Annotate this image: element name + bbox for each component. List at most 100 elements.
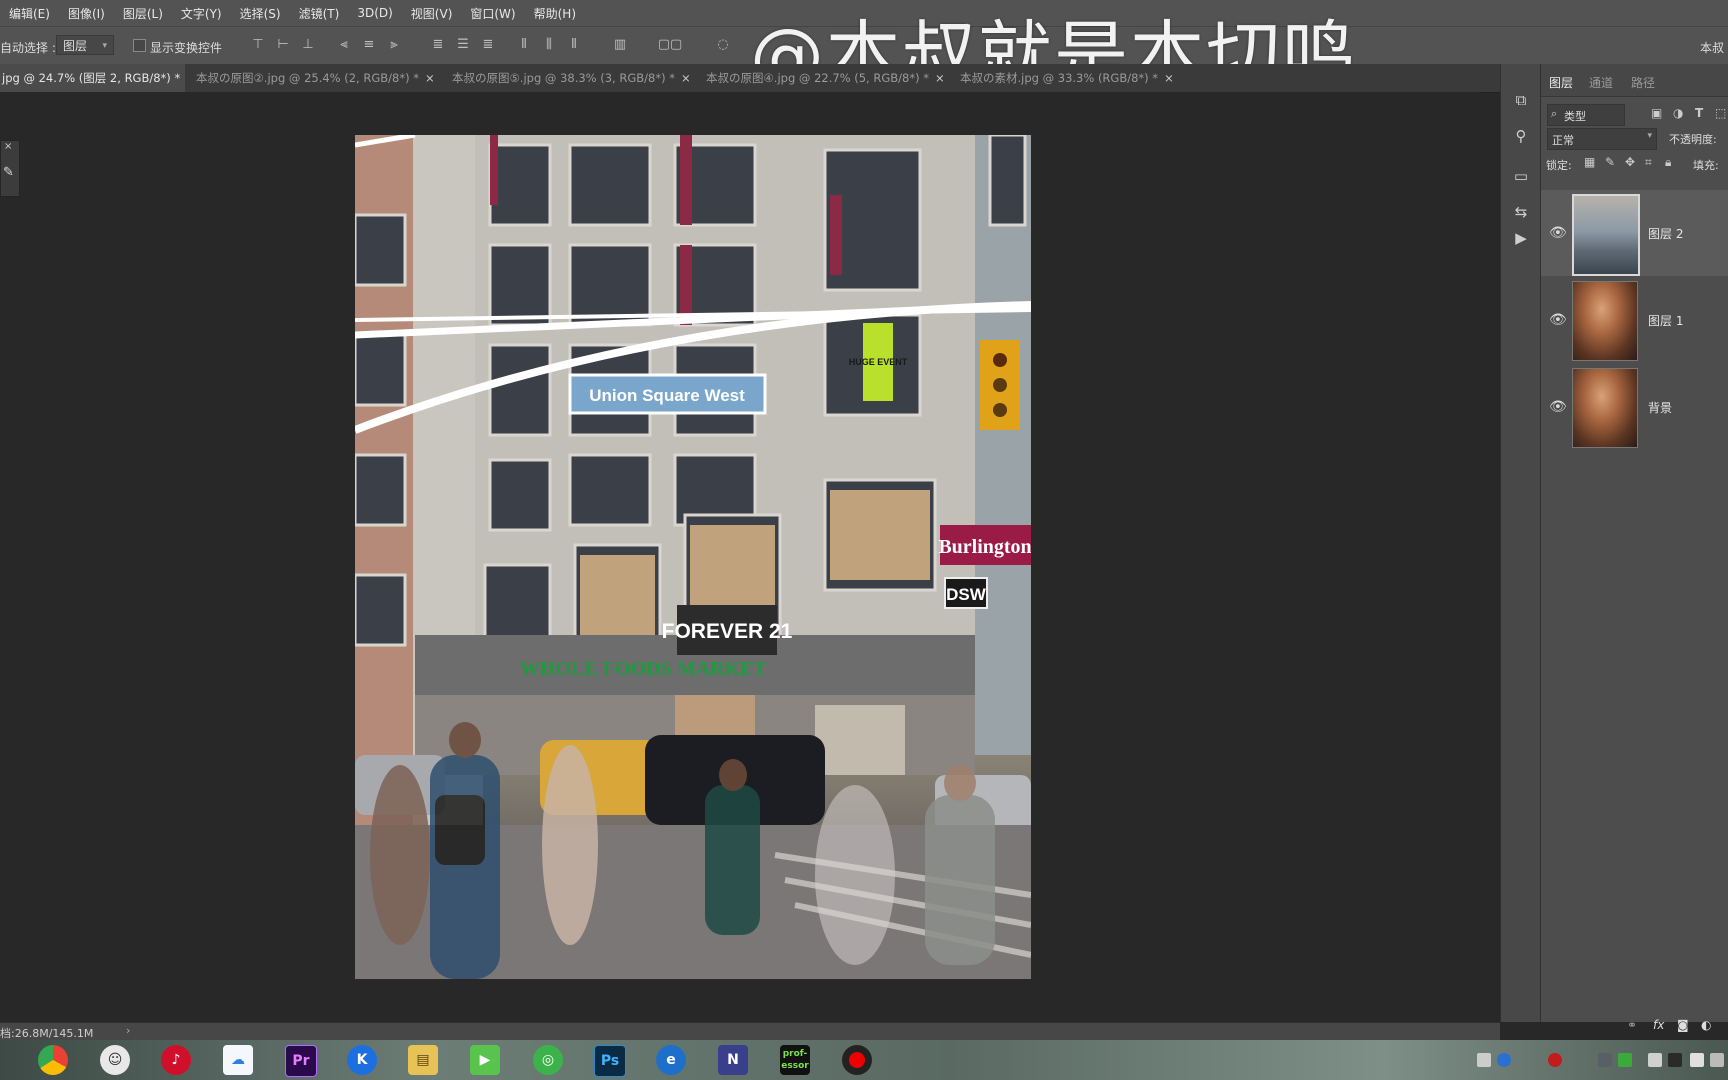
- layer-row[interactable]: 👁︎ 图层 2: [1541, 190, 1728, 276]
- recorder-icon[interactable]: [842, 1045, 872, 1075]
- keyboard-icon[interactable]: [1477, 1053, 1491, 1067]
- align-left-icon[interactable]: ⫷: [336, 37, 352, 53]
- close-icon[interactable]: ×: [1164, 71, 1174, 85]
- auto-align-icon[interactable]: ▥: [612, 37, 628, 53]
- brush-tool-icon[interactable]: ✎: [3, 165, 14, 180]
- tray-app-icon[interactable]: [1598, 1053, 1612, 1067]
- auto-select-dropdown[interactable]: 图层 ▾: [56, 35, 114, 55]
- folder-icon[interactable]: ▤: [408, 1045, 438, 1075]
- tray-app-icon[interactable]: [1548, 1053, 1562, 1067]
- align-vcenter-icon[interactable]: ⊢: [275, 37, 291, 53]
- workspace-label[interactable]: 本叔: [1700, 39, 1724, 56]
- help-icon[interactable]: [1497, 1053, 1511, 1067]
- distribute-bottom-icon[interactable]: ≣: [480, 37, 496, 53]
- auto-select-value: 图层: [63, 39, 88, 53]
- eye-icon[interactable]: 👁︎: [1549, 399, 1567, 415]
- show-transform-checkbox[interactable]: [133, 39, 146, 52]
- distribute-right-icon[interactable]: ⦀: [566, 37, 582, 53]
- layer-name[interactable]: 背景: [1648, 399, 1672, 416]
- distribute-vcenter-icon[interactable]: ☰: [455, 37, 471, 53]
- 3d-rotate-icon[interactable]: ◌: [715, 37, 731, 53]
- media-player-icon[interactable]: ▶: [470, 1045, 500, 1075]
- lock-all-icon[interactable]: 🔒︎: [1665, 155, 1671, 170]
- properties-icon[interactable]: ▭: [1509, 164, 1533, 188]
- layer-filter-dropdown[interactable]: ⌕ 类型: [1547, 104, 1625, 126]
- align-bottom-icon[interactable]: ⊥: [300, 37, 316, 53]
- fx-icon[interactable]: fx: [1653, 1018, 1664, 1032]
- 3d-mode-icon[interactable]: ▢▢: [655, 37, 685, 53]
- professor-icon[interactable]: prof- essor: [780, 1045, 810, 1075]
- actions-play-icon[interactable]: ▶: [1509, 226, 1533, 250]
- photoshop-icon[interactable]: Ps: [594, 1045, 626, 1077]
- k-app-icon[interactable]: K: [347, 1045, 377, 1075]
- menu-view[interactable]: 视图(V): [402, 5, 462, 22]
- chevron-down-icon: ▾: [1647, 131, 1652, 141]
- menu-filter[interactable]: 滤镜(T): [290, 5, 349, 22]
- chevron-right-icon[interactable]: ›: [126, 1024, 130, 1037]
- tray-app-icon[interactable]: [1648, 1053, 1662, 1067]
- document-image[interactable]: Union Square West HUGE EVENT Burlington …: [355, 135, 1031, 979]
- n-app-icon[interactable]: N: [718, 1045, 748, 1075]
- link-layers-icon[interactable]: ⚭: [1627, 1018, 1637, 1032]
- tab-channels[interactable]: 通道: [1589, 74, 1613, 91]
- menu-window[interactable]: 窗口(W): [461, 5, 524, 22]
- status-bar: 档:26.8M/145.1M ›: [0, 1022, 1500, 1041]
- premiere-icon[interactable]: Pr: [285, 1045, 317, 1077]
- close-icon[interactable]: ×: [935, 71, 944, 85]
- ie-icon[interactable]: e: [656, 1045, 686, 1075]
- eye-icon[interactable]: 👁︎: [1549, 312, 1567, 328]
- filter-image-icon[interactable]: ▣: [1651, 106, 1662, 120]
- close-icon[interactable]: ×: [681, 71, 691, 85]
- menu-layer[interactable]: 图层(L): [114, 5, 172, 22]
- volume-icon[interactable]: [1710, 1053, 1724, 1067]
- menu-3d[interactable]: 3D(D): [348, 6, 401, 20]
- menu-select[interactable]: 选择(S): [231, 5, 290, 22]
- blend-mode-dropdown[interactable]: 正常 ▾: [1547, 128, 1657, 150]
- filter-type-icon[interactable]: T: [1695, 106, 1703, 120]
- menu-type[interactable]: 文字(Y): [172, 5, 231, 22]
- baidu-netdisk-icon[interactable]: ☁: [223, 1045, 253, 1075]
- lock-artboard-icon[interactable]: ⌗: [1645, 155, 1652, 170]
- distribute-left-icon[interactable]: ⦀: [516, 37, 532, 53]
- adjustment-layer-icon[interactable]: ◐: [1701, 1018, 1711, 1032]
- tray-app-icon[interactable]: [1618, 1053, 1632, 1067]
- menu-image[interactable]: 图像(I): [59, 5, 114, 22]
- distribute-hcenter-icon[interactable]: ⫼: [541, 37, 557, 53]
- layer-row[interactable]: 👁︎ 图层 1: [1541, 277, 1728, 363]
- close-icon[interactable]: ×: [425, 71, 435, 85]
- align-right-icon[interactable]: ⫸: [386, 37, 402, 53]
- lock-transparency-icon[interactable]: ▦: [1584, 155, 1595, 169]
- tab-document-2[interactable]: 本叔の原图②.jpg @ 25.4% (2, RGB/8*) * ×: [196, 64, 436, 92]
- tab-document-4[interactable]: 本叔の原图④.jpg @ 22.7% (5, RGB/8*) * ×: [706, 64, 944, 92]
- tray-app-icon[interactable]: [1668, 1053, 1682, 1067]
- tab-document-1[interactable]: jpg @ 24.7% (图层 2, RGB/8*) *×: [0, 64, 185, 92]
- filter-shape-icon[interactable]: ⬚: [1715, 106, 1726, 120]
- network-icon[interactable]: [1690, 1053, 1704, 1067]
- netease-music-icon[interactable]: ♪: [161, 1045, 191, 1075]
- tab-layers[interactable]: 图层: [1549, 74, 1573, 91]
- menu-edit[interactable]: 编辑(E): [0, 5, 59, 22]
- tab-paths[interactable]: 路径: [1631, 74, 1655, 91]
- tab-document-3[interactable]: 本叔の原图⑤.jpg @ 38.3% (3, RGB/8*) * ×: [452, 64, 692, 92]
- clone-source-icon[interactable]: ⚲: [1509, 124, 1533, 148]
- layer-name[interactable]: 图层 1: [1648, 312, 1683, 329]
- wechat-icon[interactable]: ☺: [100, 1045, 130, 1075]
- layer-row[interactable]: 👁︎ 背景: [1541, 364, 1728, 450]
- filter-adjustment-icon[interactable]: ◑: [1673, 106, 1683, 120]
- eye-icon[interactable]: 👁︎: [1549, 225, 1567, 241]
- lock-move-icon[interactable]: ✥: [1625, 155, 1635, 169]
- adjustments-icon[interactable]: ⇆: [1509, 200, 1533, 224]
- chrome-icon[interactable]: [38, 1045, 68, 1075]
- wps-icon[interactable]: ◎: [533, 1045, 563, 1075]
- align-top-icon[interactable]: ⊤: [250, 37, 266, 53]
- mask-icon[interactable]: ◙: [1677, 1018, 1689, 1032]
- tab-document-5[interactable]: 本叔の素材.jpg @ 33.3% (RGB/8*) * ×: [960, 64, 1186, 92]
- close-icon[interactable]: ×: [4, 141, 12, 152]
- layer-name[interactable]: 图层 2: [1648, 225, 1683, 242]
- tab-label: 本叔の原图②.jpg @ 25.4% (2, RGB/8*) *: [196, 71, 419, 85]
- distribute-top-icon[interactable]: ≣: [430, 37, 446, 53]
- lock-paint-icon[interactable]: ✎: [1605, 155, 1615, 169]
- menu-help[interactable]: 帮助(H): [525, 5, 585, 22]
- history-icon[interactable]: ⧉: [1509, 88, 1533, 112]
- align-hcenter-icon[interactable]: ≡: [361, 37, 377, 53]
